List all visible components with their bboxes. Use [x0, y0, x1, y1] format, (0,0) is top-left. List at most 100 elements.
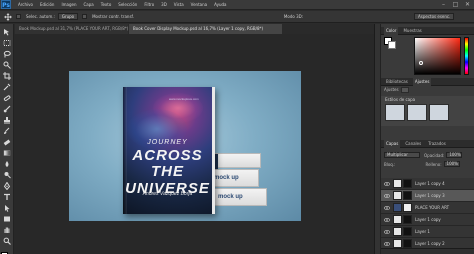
tab-layers[interactable]: Capas — [384, 139, 401, 148]
color-picker-cursor[interactable] — [419, 61, 423, 65]
crop-icon[interactable] — [3, 72, 11, 80]
menu-bar: Ps Archivo Edición Imagen Capa Texto Sel… — [0, 0, 474, 10]
tab-channels[interactable]: Canales — [403, 140, 423, 148]
tab-book-mockup[interactable]: Book Mockup.psd al 31,7% (PLACE YOUR ART… — [15, 24, 128, 34]
visibility-eye-icon[interactable] — [384, 193, 390, 199]
zoom-icon[interactable] — [3, 237, 11, 245]
menu-edicion[interactable]: Edición — [40, 2, 54, 7]
hue-slider[interactable] — [464, 37, 469, 75]
tab-paths[interactable]: Trazados — [426, 140, 448, 148]
menu-vista[interactable]: Vista — [174, 2, 184, 7]
hand-icon[interactable] — [3, 226, 11, 234]
layer-row[interactable]: Layer 1 copy — [381, 214, 474, 226]
maximize-button[interactable]: □ — [451, 1, 460, 8]
visibility-eye-icon[interactable] — [384, 181, 390, 187]
menu-seleccion[interactable]: Selección — [118, 2, 137, 7]
document-tabs: Book Mockup.psd al 31,7% (PLACE YOUR ART… — [14, 24, 374, 34]
healing-brush-icon[interactable] — [3, 94, 11, 102]
menu-ventana[interactable]: Ventana — [191, 2, 207, 7]
menu-capa[interactable]: Capa — [84, 2, 94, 7]
gradient-icon[interactable] — [3, 149, 11, 157]
brush-icon[interactable] — [3, 105, 11, 113]
book-title-line2: ACROSS — [132, 147, 203, 164]
transform-controls-checkbox[interactable] — [82, 14, 88, 19]
menu-ayuda[interactable]: Ayuda — [214, 2, 226, 7]
blend-row: Multiplicar Opacidad: 100% — [384, 152, 472, 158]
book-title-line1: JOURNEY — [147, 139, 188, 146]
visibility-eye-icon[interactable] — [384, 241, 390, 247]
document-canvas[interactable]: mock up mock up www.mockuplove.com JOURN… — [69, 71, 301, 221]
book-subtitle: www.mockuplove.com — [169, 97, 199, 101]
close-button[interactable]: ✕ — [463, 1, 472, 8]
style-thumbnail-3[interactable] — [429, 104, 449, 121]
tools-panel — [0, 24, 14, 254]
color-picker-field[interactable] — [414, 37, 461, 75]
eyedropper-icon[interactable] — [3, 83, 11, 91]
stacked-book-top — [207, 153, 261, 169]
window-controls: – □ ✕ — [439, 1, 472, 8]
layer-thumbnail — [393, 191, 402, 200]
move-tool-icon[interactable] — [4, 12, 12, 21]
options-bar: Selec. autom.: Grupo Mostrar contr. tran… — [0, 11, 474, 23]
tab-color[interactable]: Color — [384, 26, 399, 35]
layer-row[interactable]: Layer 1 — [381, 226, 474, 238]
layer-thumbnail — [393, 239, 402, 248]
layer-row[interactable]: PLACE YOUR ART — [381, 202, 474, 214]
shape-icon[interactable] — [3, 215, 11, 223]
tab-swatches[interactable]: Muestras — [401, 27, 423, 35]
dodge-icon[interactable] — [3, 171, 11, 179]
photoshop-logo: Ps — [1, 0, 11, 9]
menu-imagen[interactable]: Imagen — [61, 2, 76, 7]
auto-select-checkbox[interactable] — [16, 14, 21, 19]
layer-mask-thumbnail — [403, 203, 412, 212]
path-selection-icon[interactable] — [3, 204, 11, 212]
adjustments-row: Ajustes — [384, 87, 470, 93]
layer-name: Layer 1 — [415, 229, 430, 234]
history-brush-icon[interactable] — [3, 127, 11, 135]
adjustments-label: Ajustes — [384, 87, 399, 92]
visibility-eye-icon[interactable] — [384, 205, 390, 211]
visibility-eye-icon[interactable] — [384, 217, 390, 223]
color-background-swatch[interactable] — [388, 41, 396, 49]
clone-stamp-icon[interactable] — [3, 116, 11, 124]
move-icon[interactable] — [3, 28, 11, 36]
eraser-icon[interactable] — [3, 138, 11, 146]
menu-archivo[interactable]: Archivo — [18, 2, 33, 7]
menu-filtro[interactable]: Filtro — [144, 2, 154, 7]
visibility-eye-icon[interactable] — [384, 229, 390, 235]
stack-label-middle: mock up — [214, 175, 239, 181]
opacity-field[interactable]: 100% — [446, 152, 463, 158]
fill-field[interactable]: 100% — [443, 161, 460, 167]
layer-styles-box: Estilos de capa — [381, 96, 474, 126]
blur-icon[interactable] — [3, 160, 11, 168]
lock-row: Bloq.: Relleno: 100% — [384, 161, 472, 167]
tab-book-cover-display[interactable]: Book Cover Display Mockup.psd al 16,7% (… — [129, 24, 282, 34]
layer-mask-thumbnail — [403, 227, 412, 236]
layer-row[interactable]: Layer 1 copy 3 — [381, 190, 474, 202]
layers-panel-header: Capas Canales Trazados — [381, 139, 474, 148]
tab-adjustments[interactable]: Ajustes — [412, 77, 432, 86]
workspace-dropdown[interactable]: Aspectos esenc. — [414, 13, 454, 20]
style-thumbnail-2[interactable] — [407, 104, 427, 121]
tab-libraries[interactable]: Bibliotecas — [384, 78, 410, 86]
adjustment-preset-icon[interactable] — [400, 87, 409, 93]
style-thumbnail-1[interactable] — [385, 104, 405, 121]
minimize-button[interactable]: – — [439, 1, 448, 8]
marquee-icon[interactable] — [3, 39, 11, 47]
auto-select-dropdown[interactable]: Grupo — [57, 13, 79, 20]
canvas-area[interactable]: mock up mock up www.mockuplove.com JOURN… — [14, 34, 374, 254]
type-icon[interactable] — [3, 193, 11, 201]
menu-texto[interactable]: Texto — [101, 2, 112, 7]
blend-mode-dropdown[interactable]: Multiplicar — [384, 152, 420, 158]
stack-label-bottom: mock up — [218, 194, 243, 200]
layer-mask-thumbnail — [403, 179, 412, 188]
lasso-icon[interactable] — [3, 50, 11, 58]
transform-controls-label: Mostrar contr. transf. — [92, 14, 134, 19]
layer-thumbnail — [393, 179, 402, 188]
menu-3d[interactable]: 3D — [161, 2, 167, 7]
pen-icon[interactable] — [3, 182, 11, 190]
layer-row[interactable]: Layer 1 copy 4 — [381, 178, 474, 190]
layer-mask-thumbnail — [403, 215, 412, 224]
quick-select-icon[interactable] — [3, 61, 11, 69]
fill-label: Relleno: — [425, 161, 442, 167]
